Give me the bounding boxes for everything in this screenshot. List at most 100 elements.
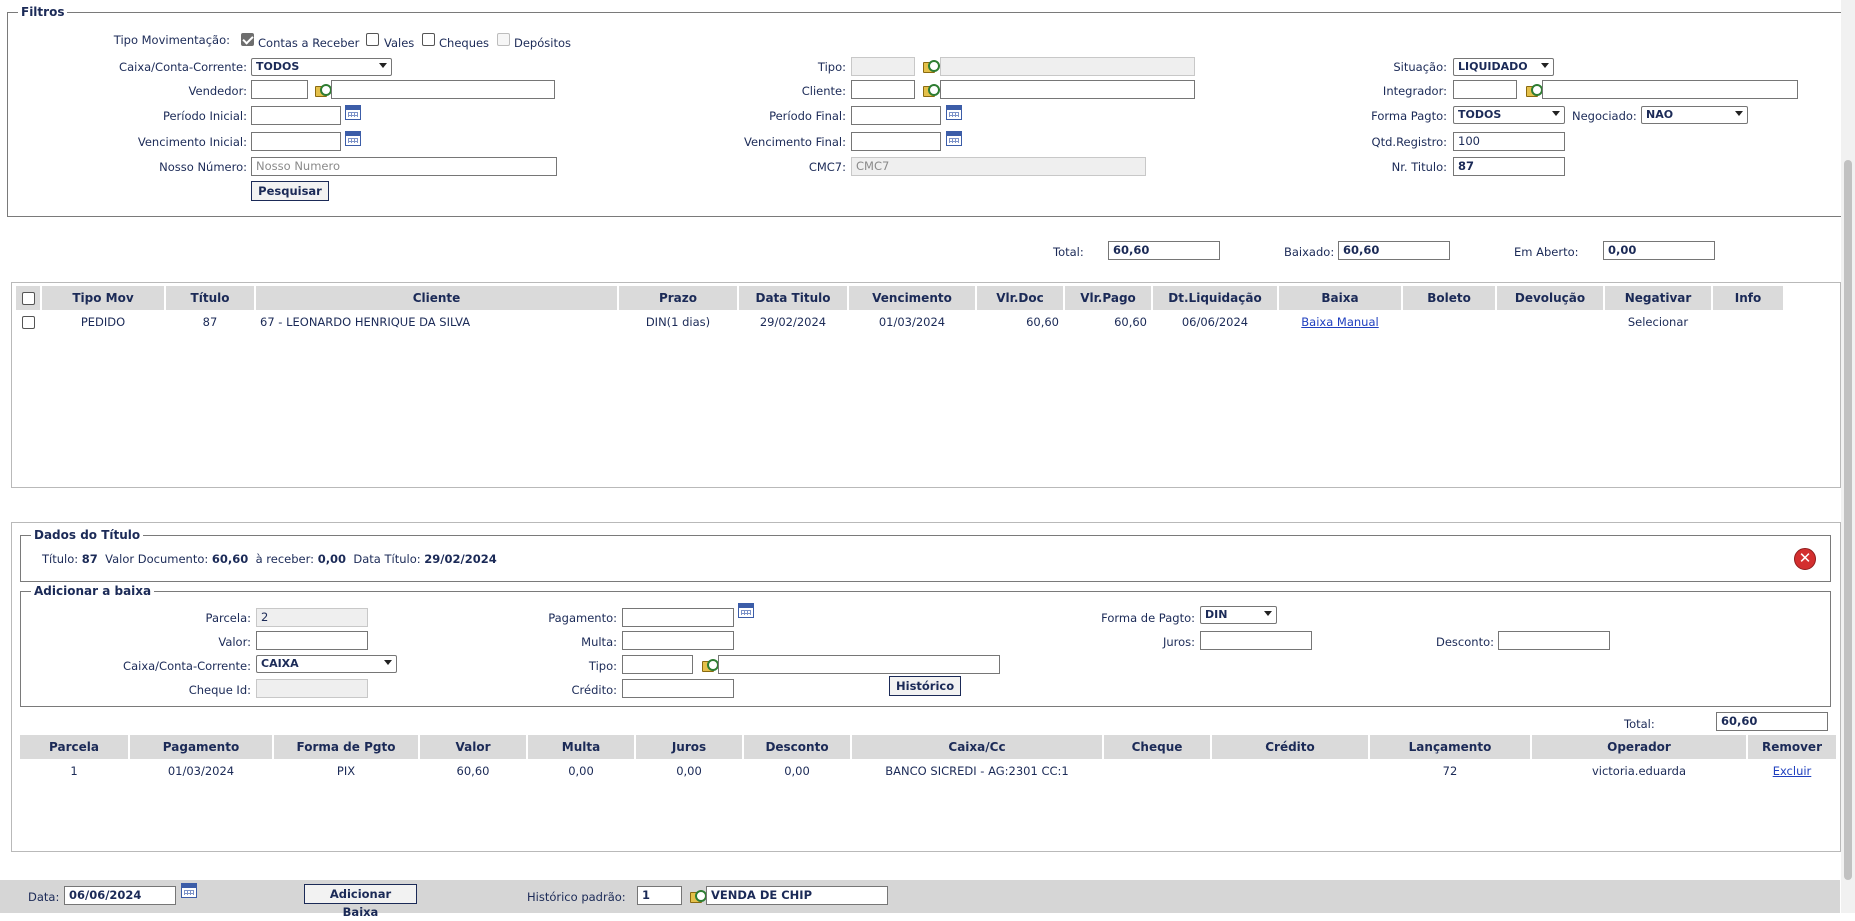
- lookup-icon[interactable]: [315, 84, 332, 97]
- cheques-checkbox[interactable]: [422, 33, 435, 46]
- close-icon[interactable]: ✕: [1794, 548, 1816, 570]
- cmc7-label: CMC7:: [808, 160, 846, 174]
- cell-titulo: 87: [202, 315, 218, 329]
- qtd-registro-input[interactable]: 100: [1453, 132, 1565, 151]
- historico-button[interactable]: Histórico: [889, 676, 961, 696]
- lookup-icon[interactable]: [690, 890, 707, 903]
- baixa-manual-link[interactable]: Baixa Manual: [1301, 315, 1378, 329]
- nosso-numero-input[interactable]: Nosso Numero: [251, 157, 557, 176]
- table-row[interactable]: PEDIDO 87 67 - LEONARDO HENRIQUE DA SILV…: [16, 310, 1783, 334]
- col-cliente[interactable]: Cliente: [256, 286, 617, 310]
- credito-input[interactable]: [622, 679, 734, 698]
- col-forma-pgto[interactable]: Forma de Pgto: [274, 735, 418, 759]
- adicionar-baixa-button[interactable]: Adicionar Baixa: [304, 884, 417, 919]
- col-tipo-mov[interactable]: Tipo Mov: [42, 286, 164, 310]
- select-all-checkbox[interactable]: [21, 292, 35, 305]
- tipo-code-input[interactable]: [851, 57, 915, 76]
- calendar-icon[interactable]: [946, 131, 962, 146]
- col-caixa-cc[interactable]: Caixa/Cc: [852, 735, 1102, 759]
- contas-receber-checkbox[interactable]: [241, 33, 254, 46]
- row-select-cell[interactable]: [16, 310, 40, 334]
- juros-input[interactable]: [1200, 631, 1312, 650]
- cheque-id-label: Cheque Id:: [188, 683, 251, 697]
- footer-data-input[interactable]: 06/06/2024: [64, 886, 176, 905]
- calendar-icon[interactable]: [181, 883, 197, 898]
- col-vencimento[interactable]: Vencimento: [849, 286, 975, 310]
- col-valor[interactable]: Valor: [420, 735, 526, 759]
- excluir-link[interactable]: Excluir: [1773, 764, 1812, 778]
- multa-input[interactable]: [622, 631, 734, 650]
- col-pagamento[interactable]: Pagamento: [130, 735, 272, 759]
- col-remover[interactable]: Remover: [1748, 735, 1836, 759]
- col-negativar[interactable]: Negativar: [1605, 286, 1711, 310]
- lookup-icon[interactable]: [923, 84, 940, 97]
- pagamento-input[interactable]: [622, 608, 734, 627]
- select-all-header[interactable]: [16, 286, 40, 310]
- col-operador[interactable]: Operador: [1532, 735, 1746, 759]
- col-desconto[interactable]: Desconto: [744, 735, 850, 759]
- col-cheque[interactable]: Cheque: [1104, 735, 1210, 759]
- col-credito[interactable]: Crédito: [1212, 735, 1368, 759]
- integrador-code-input[interactable]: [1453, 80, 1517, 99]
- negociado-select[interactable]: NAO: [1641, 106, 1748, 124]
- table-row[interactable]: 1 01/03/2024 PIX 60,60 0,00 0,00 0,00 BA…: [20, 759, 1836, 783]
- col-dt-liquidacao[interactable]: Dt.Liquidação: [1153, 286, 1277, 310]
- calendar-icon[interactable]: [345, 105, 361, 120]
- col-boleto[interactable]: Boleto: [1403, 286, 1495, 310]
- valor-input[interactable]: [256, 631, 368, 650]
- calendar-icon[interactable]: [738, 603, 754, 618]
- col-data-titulo[interactable]: Data Titulo: [739, 286, 847, 310]
- baixa-tipo-desc-input[interactable]: [718, 655, 1000, 674]
- cell-operador: victoria.eduarda: [1591, 764, 1687, 778]
- juros-label: Juros:: [1162, 635, 1195, 649]
- row-select-checkbox[interactable]: [21, 316, 35, 329]
- cmc7-input[interactable]: CMC7: [851, 157, 1146, 176]
- desconto-input[interactable]: [1498, 631, 1610, 650]
- page-scrollbar-thumb[interactable]: [1844, 160, 1852, 880]
- parcela-input[interactable]: 2: [256, 608, 368, 627]
- vendedor-code-input[interactable]: [251, 80, 308, 99]
- depositos-checkbox[interactable]: [497, 33, 510, 46]
- col-vlr-doc[interactable]: Vlr.Doc: [977, 286, 1063, 310]
- col-multa[interactable]: Multa: [528, 735, 634, 759]
- historico-padrao-code-input[interactable]: 1: [637, 886, 682, 905]
- negativar-selecionar[interactable]: Selecionar: [1605, 310, 1711, 334]
- periodo-inicial-input[interactable]: [251, 106, 341, 125]
- col-parcela[interactable]: Parcela: [20, 735, 128, 759]
- integrador-desc-input[interactable]: [1542, 80, 1798, 99]
- situacao-select[interactable]: LIQUIDADO: [1453, 58, 1554, 76]
- lookup-icon[interactable]: [702, 659, 719, 672]
- col-lancamento[interactable]: Lançamento: [1370, 735, 1530, 759]
- col-prazo[interactable]: Prazo: [619, 286, 737, 310]
- col-baixa[interactable]: Baixa: [1279, 286, 1401, 310]
- col-devolucao[interactable]: Devolução: [1497, 286, 1603, 310]
- forma-de-pagto-select[interactable]: DIN: [1200, 606, 1277, 624]
- tipo-desc-input[interactable]: [940, 57, 1195, 76]
- forma-pagto-select[interactable]: TODOS: [1453, 106, 1565, 124]
- cliente-desc-input[interactable]: [940, 80, 1195, 99]
- em-aberto-value-input: 0,00: [1603, 241, 1715, 260]
- vales-checkbox[interactable]: [366, 33, 379, 46]
- baixa-tipo-code-input[interactable]: [622, 655, 693, 674]
- lookup-icon[interactable]: [923, 60, 940, 73]
- periodo-final-input[interactable]: [851, 106, 941, 125]
- col-juros[interactable]: Juros: [636, 735, 742, 759]
- footer-data-label: Data:: [28, 890, 60, 904]
- vendedor-desc-input[interactable]: [331, 80, 555, 99]
- caixa-conta-corrente-select[interactable]: TODOS: [251, 58, 392, 76]
- vencimento-final-input[interactable]: [851, 132, 941, 151]
- calendar-icon[interactable]: [946, 105, 962, 120]
- cliente-code-input[interactable]: [851, 80, 915, 99]
- col-info[interactable]: Info: [1713, 286, 1783, 310]
- vencimento-inicial-input[interactable]: [251, 132, 341, 151]
- pesquisar-button[interactable]: Pesquisar: [251, 181, 329, 201]
- col-vlr-pago[interactable]: Vlr.Pago: [1065, 286, 1151, 310]
- cheque-id-input[interactable]: [256, 679, 368, 698]
- caixa-conta-corrente-label: Caixa/Conta-Corrente:: [119, 60, 247, 74]
- caixa-select[interactable]: CAIXA: [256, 655, 397, 673]
- calendar-icon[interactable]: [345, 131, 361, 146]
- nr-titulo-input[interactable]: 87: [1453, 157, 1565, 176]
- historico-padrao-desc-input[interactable]: VENDA DE CHIP: [706, 886, 888, 905]
- col-titulo[interactable]: Título: [166, 286, 254, 310]
- lookup-icon[interactable]: [1526, 84, 1543, 97]
